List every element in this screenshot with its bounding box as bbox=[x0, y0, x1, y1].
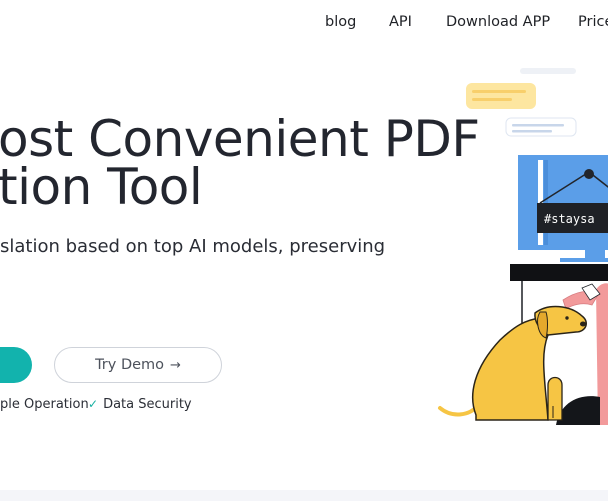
landing-page: blog API Download APP Price ost Convenie… bbox=[0, 0, 608, 501]
hero-subtitle: slation based on top AI models, preservi… bbox=[0, 236, 386, 257]
monitor-graphic: #staysa bbox=[518, 155, 608, 262]
nav-price-link[interactable]: Price bbox=[578, 14, 608, 30]
hero-title-line-2: tion Tool bbox=[0, 158, 203, 216]
check-icon: ✓ bbox=[88, 397, 99, 411]
primary-cta-button[interactable] bbox=[0, 347, 32, 383]
try-demo-button[interactable]: Try Demo → bbox=[54, 347, 222, 383]
hero-illustration: #staysa bbox=[438, 68, 608, 425]
feature-data-security: ✓ Data Security bbox=[88, 397, 192, 412]
dog-graphic bbox=[438, 305, 587, 421]
nav-download-app-link[interactable]: Download APP bbox=[446, 14, 550, 30]
nav-api-link[interactable]: API bbox=[389, 14, 412, 30]
section-divider bbox=[0, 490, 608, 501]
try-demo-label: Try Demo bbox=[95, 357, 165, 373]
feature-label: ple Operation bbox=[0, 397, 89, 412]
feature-label: Data Security bbox=[103, 397, 192, 412]
monitor-sign-text: #staysa bbox=[544, 212, 595, 226]
feature-simple-operation: ple Operation bbox=[0, 397, 89, 412]
person-graphic bbox=[556, 283, 608, 425]
chat-bubbles-decoration bbox=[466, 68, 577, 137]
arrow-right-icon: → bbox=[170, 357, 181, 373]
nav-blog-link[interactable]: blog bbox=[325, 14, 356, 30]
